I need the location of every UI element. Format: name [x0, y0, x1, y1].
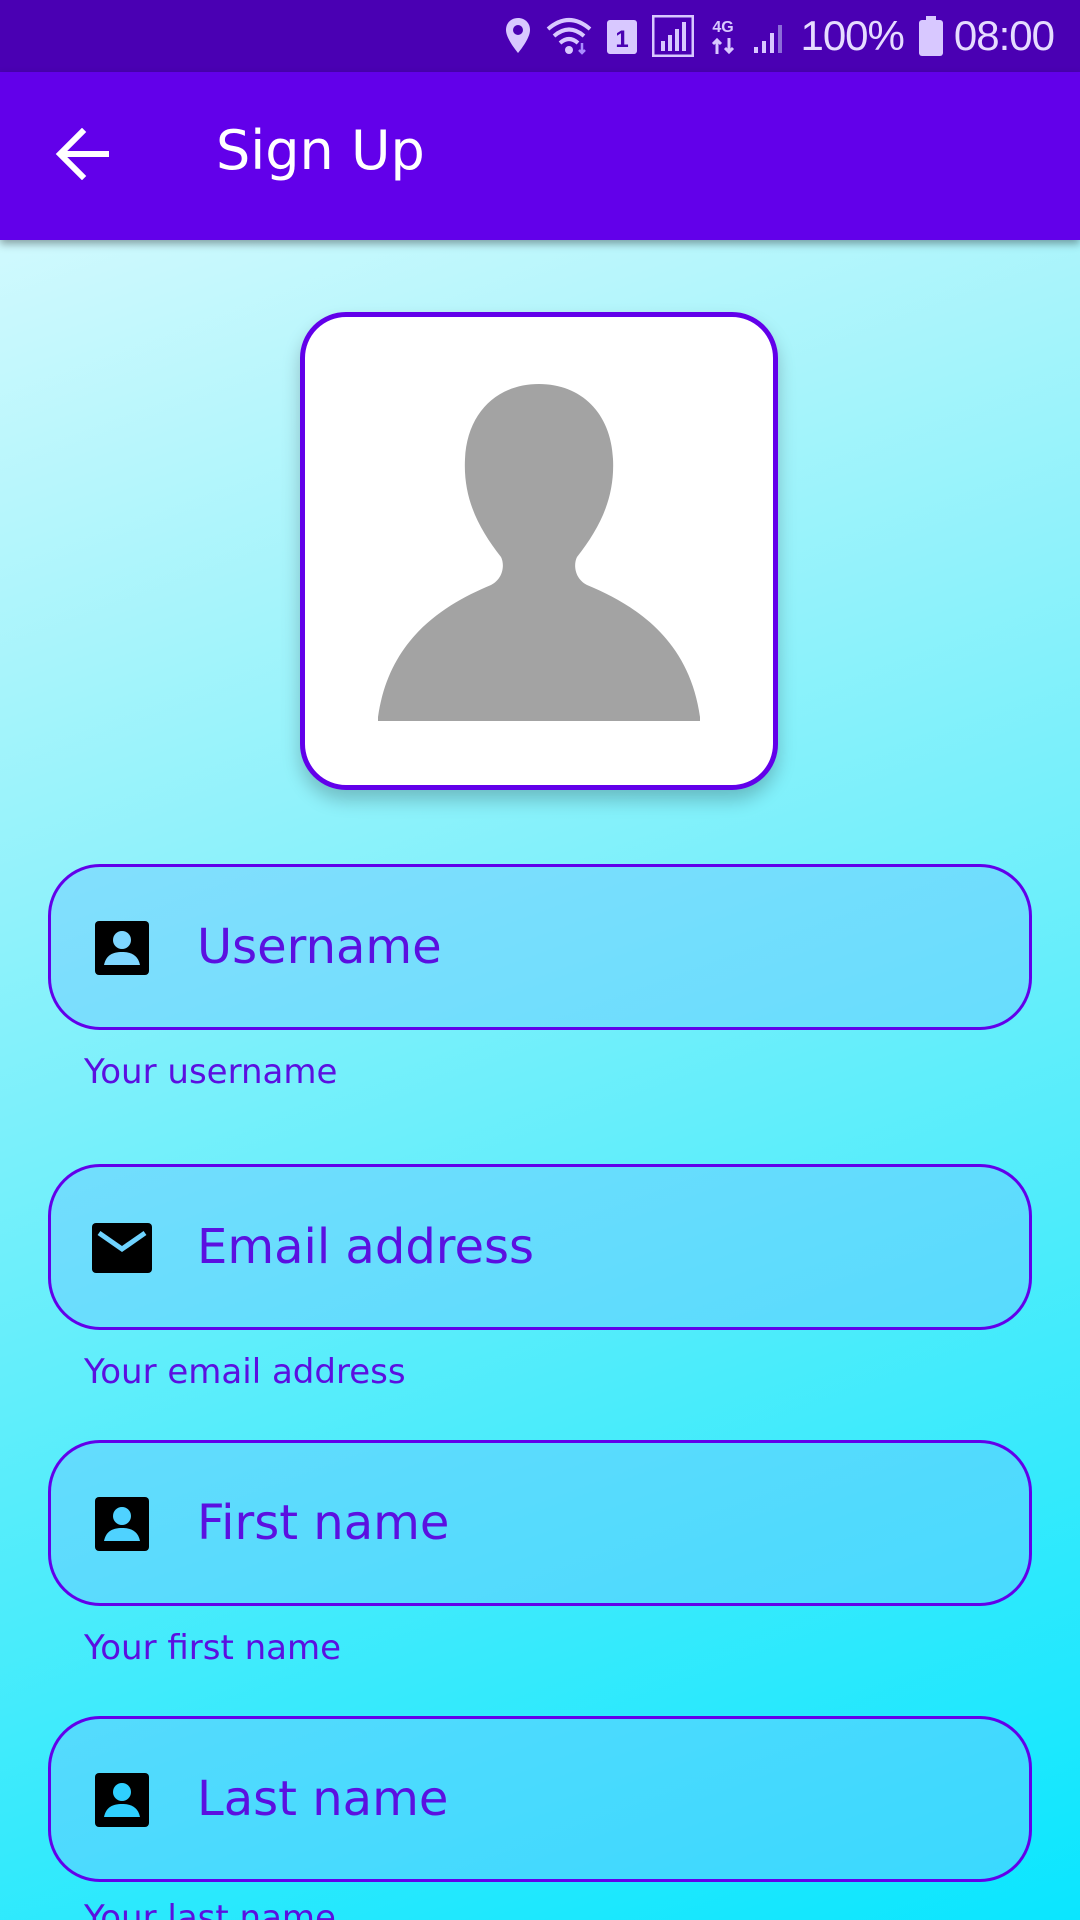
sim-badge: 1: [616, 26, 629, 53]
wifi-icon: [546, 16, 592, 56]
arrow-back-icon: [54, 127, 110, 184]
network-4g-icon: 4G: [708, 16, 738, 56]
last-name-input[interactable]: [191, 1749, 1003, 1849]
back-button[interactable]: [44, 118, 120, 194]
sign-up-screen: 1 4G 100% 08:00 Sign Up Username Your us…: [0, 0, 1080, 1920]
email-input[interactable]: [191, 1197, 1003, 1297]
account-box-icon: [91, 919, 153, 977]
person-placeholder-icon: [378, 384, 700, 721]
battery-icon: [918, 16, 944, 56]
account-box-icon: [91, 1771, 153, 1829]
first-name-helper-text: Your first name: [84, 1628, 342, 1668]
profile-photo-picker[interactable]: [300, 312, 778, 790]
page-title: Sign Up: [216, 119, 425, 182]
first-name-field[interactable]: [48, 1440, 1032, 1606]
signal-icon: [652, 15, 695, 57]
signal-icon: [752, 16, 790, 56]
email-helper-text: Your email address: [84, 1352, 406, 1392]
last-name-helper-text: Your last name: [84, 1898, 336, 1920]
last-name-field[interactable]: [48, 1716, 1032, 1882]
sim-icon: 1: [606, 16, 638, 56]
network-label: 4G: [713, 19, 734, 36]
first-name-input[interactable]: [191, 1473, 1003, 1573]
username-helper-text: Your username: [84, 1052, 338, 1092]
status-bar: 1 4G 100% 08:00: [0, 0, 1080, 72]
battery-percentage: 100%: [800, 12, 904, 59]
status-time: 08:00: [953, 12, 1055, 59]
app-bar: Sign Up: [0, 72, 1080, 240]
email-field[interactable]: [48, 1164, 1032, 1330]
mail-icon: [91, 1219, 153, 1277]
account-box-icon: [91, 1495, 153, 1553]
username-field[interactable]: [48, 864, 1032, 1030]
location-icon: [504, 16, 532, 56]
username-input[interactable]: [191, 897, 1003, 997]
